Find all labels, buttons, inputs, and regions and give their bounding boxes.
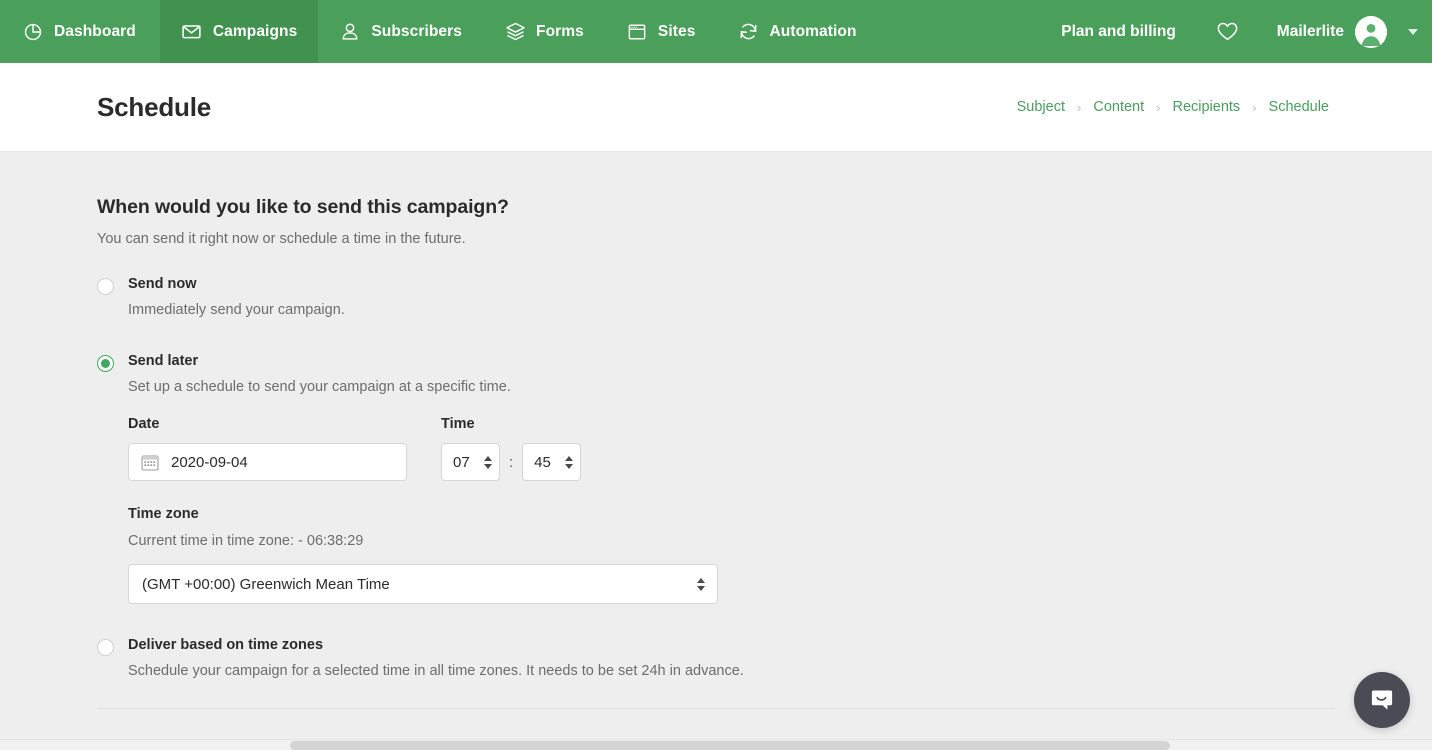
- breadcrumb-item-recipients[interactable]: Recipients: [1166, 99, 1246, 115]
- chat-bubble-icon: [1369, 687, 1395, 713]
- breadcrumb-separator-icon: ›: [1246, 101, 1262, 114]
- timezone-label: Time zone: [128, 506, 1335, 522]
- time-inputs: 07 : 45: [441, 443, 581, 481]
- date-value: 2020-09-04: [171, 454, 248, 471]
- current-time-text: Current time in time zone: - 06:38:29: [128, 533, 1335, 549]
- radio-send-now[interactable]: [97, 278, 114, 295]
- nav-item-automation[interactable]: Automation: [716, 0, 877, 63]
- user-name-label: Mailerlite: [1277, 23, 1344, 41]
- stepper-down-icon[interactable]: [484, 464, 492, 469]
- date-label: Date: [128, 416, 407, 432]
- option-send-now-description: Immediately send your campaign.: [128, 302, 345, 318]
- hours-input[interactable]: 07: [441, 443, 500, 481]
- secondary-nav: Plan and billing Mailerlite: [1043, 0, 1432, 63]
- select-down-icon: [697, 586, 705, 591]
- primary-nav: Dashboard Campaigns Subscribers: [0, 0, 878, 63]
- option-deliver-by-timezone-texts: Deliver based on time zones Schedule you…: [128, 637, 744, 679]
- radio-send-later[interactable]: [97, 355, 114, 372]
- nav-label: Subscribers: [371, 23, 462, 41]
- chevron-down-icon[interactable]: [1408, 29, 1418, 35]
- breadcrumb-separator-icon: ›: [1071, 101, 1087, 114]
- calendar-icon: [141, 454, 159, 471]
- nav-item-dashboard[interactable]: Dashboard: [0, 0, 160, 63]
- main-content: When would you like to send this campaig…: [0, 152, 1432, 750]
- minutes-stepper[interactable]: [565, 456, 573, 469]
- time-separator: :: [500, 454, 522, 471]
- date-field-group: Date: [128, 416, 407, 481]
- breadcrumb: Subject › Content › Recipients › Schedul…: [1011, 99, 1335, 115]
- nav-label: Automation: [769, 23, 856, 41]
- stepper-up-icon[interactable]: [565, 456, 573, 461]
- breadcrumb-separator-icon: ›: [1150, 101, 1166, 114]
- chat-launcher-button[interactable]: [1354, 672, 1410, 728]
- plan-and-billing-link[interactable]: Plan and billing: [1043, 23, 1194, 41]
- option-deliver-by-timezone-description: Schedule your campaign for a selected ti…: [128, 663, 744, 679]
- page-header: Schedule Subject › Content › Recipients …: [0, 63, 1432, 152]
- option-send-now[interactable]: Send now Immediately send your campaign.: [97, 276, 1335, 318]
- option-deliver-by-timezone-label: Deliver based on time zones: [128, 637, 744, 654]
- schedule-section-subtitle: You can send it right now or schedule a …: [97, 231, 1335, 247]
- horizontal-scrollbar-thumb[interactable]: [290, 741, 1170, 750]
- pie-chart-icon: [22, 21, 44, 43]
- breadcrumb-item-schedule[interactable]: Schedule: [1263, 99, 1335, 115]
- nav-item-campaigns[interactable]: Campaigns: [160, 0, 318, 63]
- minutes-input[interactable]: 45: [522, 443, 581, 481]
- timezone-value: (GMT +00:00) Greenwich Mean Time: [142, 576, 390, 593]
- option-send-later-texts: Send later Set up a schedule to send you…: [128, 353, 511, 395]
- option-send-now-label: Send now: [128, 276, 345, 293]
- date-input[interactable]: 2020-09-04: [128, 443, 407, 481]
- schedule-form: Date: [128, 416, 1335, 604]
- nav-label: Campaigns: [213, 23, 297, 41]
- heart-icon[interactable]: [1194, 21, 1261, 42]
- nav-label: Dashboard: [54, 23, 136, 41]
- breadcrumb-item-content[interactable]: Content: [1087, 99, 1150, 115]
- browser-window-icon: [626, 21, 648, 43]
- time-field-group: Time 07 : 45: [441, 416, 581, 481]
- select-stepper-icon[interactable]: [697, 578, 705, 591]
- stepper-down-icon[interactable]: [565, 464, 573, 469]
- layers-icon: [504, 21, 526, 43]
- page-title: Schedule: [97, 92, 211, 123]
- hours-stepper[interactable]: [484, 456, 492, 469]
- person-icon: [339, 21, 361, 43]
- date-time-row: Date: [128, 416, 1335, 481]
- select-up-icon: [697, 578, 705, 583]
- option-send-later-label: Send later: [128, 353, 511, 370]
- nav-item-forms[interactable]: Forms: [483, 0, 605, 63]
- refresh-cycle-icon: [737, 21, 759, 43]
- envelope-icon: [181, 21, 203, 43]
- minutes-value: 45: [534, 454, 551, 471]
- timezone-select[interactable]: (GMT +00:00) Greenwich Mean Time: [128, 564, 718, 604]
- user-avatar: [1355, 16, 1387, 48]
- option-send-later-description: Set up a schedule to send your campaign …: [128, 379, 511, 395]
- option-send-later[interactable]: Send later Set up a schedule to send you…: [97, 353, 1335, 395]
- top-navigation-bar: Dashboard Campaigns Subscribers: [0, 0, 1432, 63]
- stepper-up-icon[interactable]: [484, 456, 492, 461]
- time-label: Time: [441, 416, 581, 432]
- horizontal-scrollbar[interactable]: [0, 739, 1432, 750]
- nav-item-subscribers[interactable]: Subscribers: [318, 0, 483, 63]
- schedule-section-title: When would you like to send this campaig…: [97, 152, 1335, 219]
- hours-value: 07: [453, 454, 470, 471]
- user-menu[interactable]: Mailerlite: [1261, 16, 1418, 48]
- nav-label: Forms: [536, 23, 584, 41]
- option-deliver-by-timezone[interactable]: Deliver based on time zones Schedule you…: [97, 637, 1335, 679]
- option-send-now-texts: Send now Immediately send your campaign.: [128, 276, 345, 318]
- section-divider: [97, 708, 1335, 709]
- breadcrumb-item-subject[interactable]: Subject: [1011, 99, 1071, 115]
- nav-item-sites[interactable]: Sites: [605, 0, 717, 63]
- nav-label: Sites: [658, 23, 696, 41]
- radio-deliver-by-timezone[interactable]: [97, 639, 114, 656]
